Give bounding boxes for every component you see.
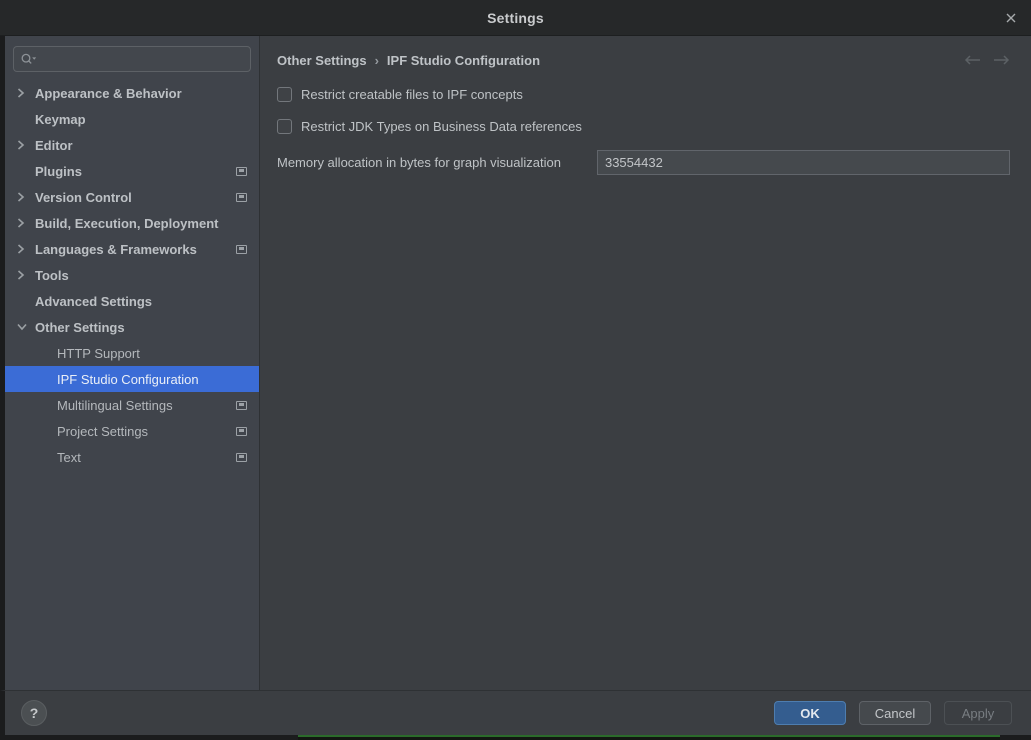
sidebar-item-project-settings[interactable]: Project Settings <box>5 418 259 444</box>
search-icon <box>20 52 37 66</box>
titlebar: Settings <box>0 0 1031 36</box>
sidebar-item-label: Text <box>57 450 81 465</box>
sidebar-item-multilingual-settings[interactable]: Multilingual Settings <box>5 392 259 418</box>
checkbox-label: Restrict creatable files to IPF concepts <box>301 87 523 102</box>
sidebar-item-label: Editor <box>35 138 73 153</box>
sidebar-item-advanced-settings[interactable]: Advanced Settings <box>5 288 259 314</box>
sidebar-item-label: Plugins <box>35 164 82 179</box>
close-icon <box>1005 12 1017 24</box>
memory-allocation-label: Memory allocation in bytes for graph vis… <box>277 155 561 170</box>
sidebar-item-label: Other Settings <box>35 320 125 335</box>
sidebar-item-label: Tools <box>35 268 69 283</box>
dialog-body: Appearance & Behavior Keymap Editor Plug… <box>0 36 1031 690</box>
sidebar-item-label: Advanced Settings <box>35 294 152 309</box>
sidebar-item-label: Version Control <box>35 190 132 205</box>
sidebar-item-appearance-behavior[interactable]: Appearance & Behavior <box>5 80 259 106</box>
back-icon[interactable] <box>964 54 981 66</box>
settings-tree: Appearance & Behavior Keymap Editor Plug… <box>5 80 259 690</box>
sidebar-item-editor[interactable]: Editor <box>5 132 259 158</box>
cancel-button[interactable]: Cancel <box>859 701 931 725</box>
sidebar-item-ipf-studio-configuration[interactable]: IPF Studio Configuration <box>5 366 259 392</box>
chevron-right-icon[interactable] <box>17 218 35 228</box>
sidebar-item-tools[interactable]: Tools <box>5 262 259 288</box>
forward-icon[interactable] <box>993 54 1010 66</box>
help-button[interactable]: ? <box>21 700 47 726</box>
screen-icon <box>236 453 247 462</box>
breadcrumb-separator: › <box>375 53 379 68</box>
chevron-down-icon[interactable] <box>17 323 35 331</box>
screen-icon <box>236 167 247 176</box>
breadcrumb-parent[interactable]: Other Settings <box>277 53 367 68</box>
sidebar-item-label: Multilingual Settings <box>57 398 173 413</box>
settings-dialog: Settings Appearance & Behavior Keymap <box>0 0 1031 740</box>
dialog-footer: ? OK Cancel Apply <box>0 690 1031 735</box>
sidebar-item-label: Languages & Frameworks <box>35 242 197 257</box>
chevron-right-icon[interactable] <box>17 192 35 202</box>
search-input[interactable] <box>41 51 244 68</box>
background-strip-right <box>1000 735 1031 740</box>
sidebar-item-label: IPF Studio Configuration <box>57 372 199 387</box>
page-title: IPF Studio Configuration <box>387 53 540 68</box>
screen-icon <box>236 401 247 410</box>
background-strip-left <box>0 735 298 740</box>
checkbox-restrict-jdk-types[interactable] <box>277 119 292 134</box>
sidebar-item-keymap[interactable]: Keymap <box>5 106 259 132</box>
screen-icon <box>236 245 247 254</box>
help-icon: ? <box>30 705 39 721</box>
sidebar-item-label: Keymap <box>35 112 86 127</box>
sidebar-item-http-support[interactable]: HTTP Support <box>5 340 259 366</box>
settings-sidebar: Appearance & Behavior Keymap Editor Plug… <box>0 36 260 690</box>
background-strip <box>0 735 1031 740</box>
sidebar-item-label: Build, Execution, Deployment <box>35 216 218 231</box>
chevron-right-icon[interactable] <box>17 88 35 98</box>
sidebar-item-languages-frameworks[interactable]: Languages & Frameworks <box>5 236 259 262</box>
chevron-right-icon[interactable] <box>17 244 35 254</box>
checkbox-row-restrict-jdk-types[interactable]: Restrict JDK Types on Business Data refe… <box>277 118 1010 134</box>
checkbox-restrict-creatable-files[interactable] <box>277 87 292 102</box>
sidebar-item-build-execution-deployment[interactable]: Build, Execution, Deployment <box>5 210 259 236</box>
checkbox-row-restrict-creatable-files[interactable]: Restrict creatable files to IPF concepts <box>277 86 1010 102</box>
breadcrumb: Other Settings › IPF Studio Configuratio… <box>277 50 1010 70</box>
checkbox-label: Restrict JDK Types on Business Data refe… <box>301 119 582 134</box>
screen-icon <box>236 193 247 202</box>
background-strip-green <box>298 735 1000 740</box>
sidebar-item-other-settings[interactable]: Other Settings <box>5 314 259 340</box>
settings-content-panel: Other Settings › IPF Studio Configuratio… <box>260 36 1031 690</box>
close-button[interactable] <box>1000 7 1022 29</box>
sidebar-item-label: Project Settings <box>57 424 148 439</box>
screen-icon <box>236 427 247 436</box>
dialog-title: Settings <box>487 10 544 26</box>
apply-button: Apply <box>944 701 1012 725</box>
sidebar-item-version-control[interactable]: Version Control <box>5 184 259 210</box>
chevron-right-icon[interactable] <box>17 140 35 150</box>
sidebar-item-label: HTTP Support <box>57 346 140 361</box>
sidebar-item-label: Appearance & Behavior <box>35 86 182 101</box>
memory-allocation-input[interactable] <box>597 150 1010 175</box>
ok-button[interactable]: OK <box>774 701 846 725</box>
memory-allocation-row: Memory allocation in bytes for graph vis… <box>277 150 1010 175</box>
chevron-right-icon[interactable] <box>17 270 35 280</box>
search-box[interactable] <box>13 46 251 72</box>
sidebar-item-text[interactable]: Text <box>5 444 259 470</box>
sidebar-item-plugins[interactable]: Plugins <box>5 158 259 184</box>
